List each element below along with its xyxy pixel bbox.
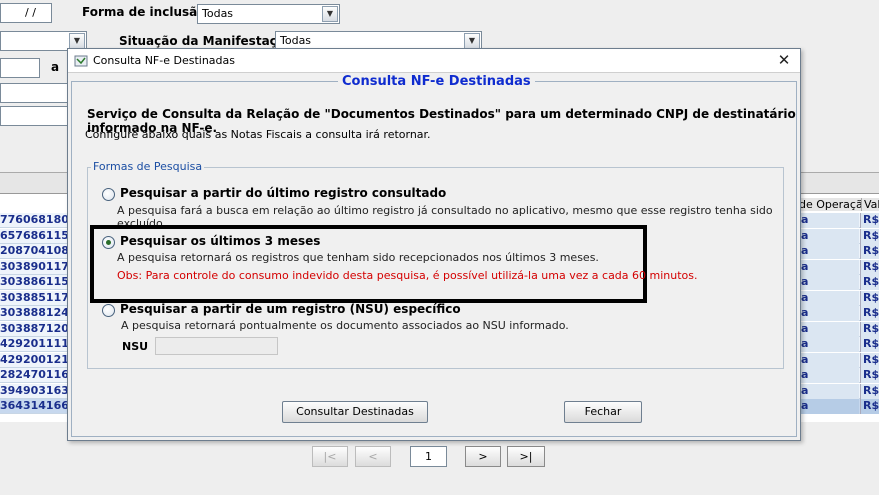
- option-last-3-months-obs: Obs: Para controle do consumo indevido d…: [117, 269, 698, 282]
- row-key-cell: 3038861154: [0, 275, 68, 288]
- consultar-destinadas-button[interactable]: Consultar Destinadas: [282, 401, 428, 423]
- cnpj-start-field[interactable]: [0, 58, 40, 78]
- row-key-cell: 3643141660: [0, 399, 68, 412]
- previous-page-button[interactable]: <: [355, 446, 391, 467]
- chevron-down-icon: ▼: [464, 33, 480, 49]
- filter-field-2[interactable]: [0, 106, 70, 126]
- fechar-button[interactable]: Fechar: [564, 401, 642, 423]
- option-last-3-months-desc: A pesquisa retornará os registros que te…: [117, 251, 599, 264]
- row-operacao-cell: a: [799, 383, 859, 399]
- row-key-cell: 2824701166: [0, 368, 68, 381]
- column-header-operacao-text: de Operação: [799, 198, 870, 211]
- option-specific-nsu-label[interactable]: Pesquisar a partir de um registro (NSU) …: [120, 302, 461, 316]
- dialog-titlebar: Consulta NF-e Destinadas ✕: [68, 49, 800, 73]
- dialog-title: Consulta NF-e Destinadas: [93, 54, 235, 67]
- row-key-cell: 3949031637: [0, 383, 68, 397]
- last-page-button[interactable]: >|: [507, 446, 545, 467]
- row-operacao-cell: a: [799, 399, 859, 414]
- row-valor-cell: R$: [860, 244, 879, 259]
- chevron-down-icon: ▼: [69, 33, 85, 49]
- row-operacao-cell: a: [799, 337, 859, 352]
- nsu-input[interactable]: [155, 337, 278, 355]
- row-key-cell: 3038881245: [0, 306, 68, 319]
- page-number-input[interactable]: 1: [410, 446, 447, 467]
- row-valor-cell: R$: [860, 275, 879, 290]
- chevron-down-icon: ▼: [322, 6, 338, 22]
- option-specific-nsu-desc: A pesquisa retornará pontualmente os doc…: [121, 319, 569, 332]
- row-valor-cell: R$: [860, 213, 879, 228]
- row-valor-cell: R$: [860, 228, 879, 244]
- row-key-cell: 3038871208: [0, 321, 68, 335]
- row-key-cell: 7760681803: [0, 213, 68, 226]
- row-key-cell: 3038851179: [0, 290, 68, 304]
- consulta-dialog: Consulta NF-e Destinadas ✕ Consulta NF-e…: [67, 48, 801, 441]
- row-key-cell: 3038901176: [0, 259, 68, 273]
- row-valor-cell: R$: [860, 352, 879, 368]
- app-icon: [74, 55, 88, 67]
- search-options-legend: Formas de Pesquisa: [91, 160, 205, 173]
- row-operacao-cell: a: [799, 244, 859, 259]
- inclusion-label: Forma de inclusão: [82, 5, 206, 19]
- row-key-cell: 4292011112: [0, 337, 68, 350]
- radio-specific-nsu[interactable]: [102, 304, 115, 317]
- row-operacao-cell: a: [799, 275, 859, 290]
- row-operacao-cell: a: [799, 352, 859, 368]
- radio-last-record[interactable]: [102, 188, 115, 201]
- row-key-cell: 6576861150: [0, 228, 68, 242]
- date-field[interactable]: / /: [0, 3, 52, 23]
- row-valor-cell: R$: [860, 383, 879, 399]
- row-operacao-cell: a: [799, 306, 859, 321]
- row-operacao-cell: a: [799, 213, 859, 228]
- row-valor-cell: R$: [860, 321, 879, 337]
- filter-field-1[interactable]: [0, 83, 70, 103]
- row-operacao-cell: a: [799, 259, 859, 275]
- row-valor-cell: R$: [860, 259, 879, 275]
- column-header-valor: Valo: [861, 198, 879, 211]
- option-last-3-months-label[interactable]: Pesquisar os últimos 3 meses: [120, 234, 320, 248]
- row-operacao-cell: a: [799, 290, 859, 306]
- row-key-cell: 2087041088: [0, 244, 68, 257]
- dialog-subheading: Configure abaixo quais as Notas Fiscais …: [85, 128, 431, 141]
- option-last-record-label[interactable]: Pesquisar a partir do último registro co…: [120, 186, 446, 200]
- row-operacao-cell: a: [799, 368, 859, 383]
- manifest-label: Situação da Manifestação: [119, 34, 294, 48]
- row-valor-cell: R$: [860, 337, 879, 352]
- first-page-button[interactable]: |<: [312, 446, 348, 467]
- row-valor-cell: R$: [860, 368, 879, 383]
- row-operacao-cell: a: [799, 228, 859, 244]
- range-label: a: [51, 60, 60, 74]
- panel-title: Consulta NF-e Destinadas: [338, 74, 535, 89]
- row-valor-cell: R$: [860, 306, 879, 321]
- row-key-cell: 4292001218: [0, 352, 68, 366]
- inclusion-select[interactable]: Todas ▼: [197, 4, 340, 24]
- nsu-label: NSU: [122, 340, 149, 353]
- row-valor-cell: R$: [860, 290, 879, 306]
- radio-last-3-months[interactable]: [102, 236, 115, 249]
- next-page-button[interactable]: >: [465, 446, 501, 467]
- row-operacao-cell: a: [799, 321, 859, 337]
- close-icon[interactable]: ✕: [774, 51, 794, 71]
- row-valor-cell: R$: [860, 399, 879, 414]
